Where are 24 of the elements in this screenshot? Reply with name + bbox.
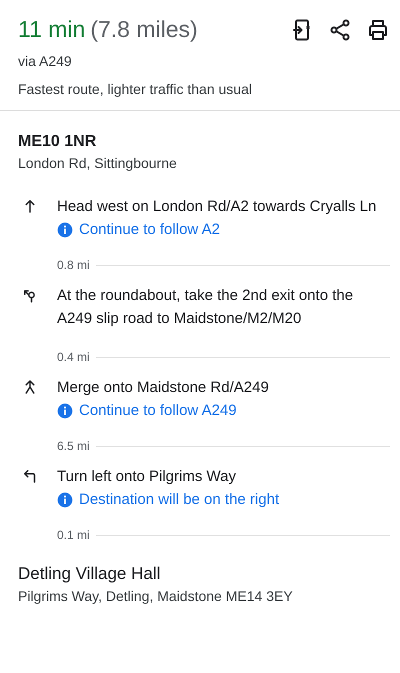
share-icon[interactable]: [328, 18, 352, 42]
step-distance: 0.1 mi: [57, 528, 90, 542]
step-distance: 6.5 mi: [57, 439, 90, 453]
step-distance: 0.4 mi: [57, 350, 90, 364]
step-note: Continue to follow A249: [79, 402, 237, 419]
step-instruction: At the roundabout, take the 2nd exit onto the A249 slip road to Maidstone/M2/M20: [57, 286, 354, 329]
print-icon[interactable]: [366, 18, 390, 42]
duration-text: 11 min: [18, 16, 86, 42]
origin-name: ME10 1NR: [18, 133, 98, 151]
destination-name: Detling Village Hall: [18, 564, 162, 584]
info-icon: [57, 222, 73, 238]
origin-address: London Rd, Sittingbourne: [18, 155, 178, 171]
step-distance: 0.8 mi: [57, 258, 90, 272]
info-icon: [57, 492, 73, 508]
step-instruction: Turn left onto Pilgrims Way: [57, 467, 237, 487]
step-instruction: Head west on London Rd/A2 towards Cryalls Ln: [57, 197, 378, 217]
step-note: Continue to follow A2: [79, 221, 220, 238]
step-instruction: Merge onto Maidstone Rd/A249: [57, 378, 270, 398]
route-description: Fastest route, lighter traffic than usual: [18, 81, 253, 97]
distance-text: (7.8 miles): [90, 16, 198, 42]
step-note: Destination will be on the right: [79, 491, 280, 508]
info-icon: [57, 402, 73, 418]
destination-address: Pilgrims Way, Detling, Maidstone ME14 3EY: [18, 588, 294, 604]
via-text: via A249: [18, 53, 73, 69]
